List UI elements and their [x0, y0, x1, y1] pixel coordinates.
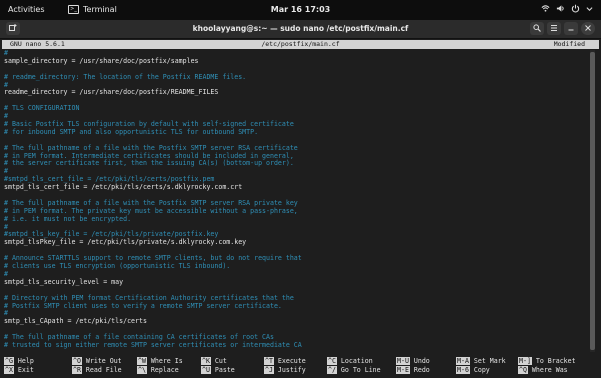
hamburger-menu-icon — [551, 25, 557, 31]
shortcut-label: Set Mark — [469, 357, 506, 365]
shortcut-key: ^\ — [137, 366, 147, 374]
shortcut-help-bar: ^G Help ^O Write Out ^W Where Is ^K Cut ^T E… — [4, 357, 598, 377]
shortcut-label: Redo — [409, 366, 430, 374]
shortcut-key: ^T — [264, 357, 274, 365]
window-controls — [530, 22, 595, 35]
nano-filename: /etc/postfix/main.cf — [261, 40, 340, 48]
close-button[interactable] — [581, 22, 595, 35]
power-icon — [571, 4, 580, 13]
config-line[interactable]: smtpd_tls_security_level = may — [4, 278, 586, 287]
shortcut-key: ^C — [327, 357, 337, 365]
shortcut-label: Go To Line — [336, 366, 381, 374]
shortcut-key: ^X — [4, 366, 14, 374]
comment-line[interactable]: # i.e. it must not be encrypted. — [4, 215, 586, 224]
shortcut-where-was[interactable]: ^Q Where Was — [518, 366, 568, 375]
shortcut-label: Exit — [13, 366, 34, 374]
shortcut-justify[interactable]: ^J Justify — [264, 366, 306, 375]
shortcut-key: M-E — [396, 366, 410, 374]
system-tray[interactable] — [541, 4, 593, 13]
shortcut-where-is[interactable]: ^W Where Is — [137, 357, 183, 366]
shortcut-redo[interactable]: M-E Redo — [396, 366, 430, 375]
shortcut-key: ^G — [4, 357, 14, 365]
shortcut-location[interactable]: ^C Location — [327, 357, 373, 366]
shortcut-key: ^/ — [327, 366, 337, 374]
shortcut-label: Justify — [273, 366, 306, 374]
shortcut-row: ^G Help ^O Write Out ^W Where Is ^K Cut ^T E… — [4, 357, 598, 366]
config-line[interactable] — [4, 97, 586, 105]
chevron-down-icon — [586, 7, 593, 11]
shortcut-go-to-line[interactable]: ^/ Go To Line — [327, 366, 381, 375]
config-line[interactable]: readme_directory = /usr/share/doc/postfi… — [4, 89, 586, 97]
clock[interactable]: Mar 16 17:03 — [0, 5, 601, 14]
search-icon — [533, 24, 541, 32]
shortcut-paste[interactable]: ^U Paste — [201, 366, 235, 375]
shortcut-set-mark[interactable]: M-A Set Mark — [456, 357, 506, 366]
shortcut-key: ^J — [264, 366, 274, 374]
shortcut-key: ^K — [201, 357, 211, 365]
shortcut-key: M-A — [456, 357, 470, 365]
shortcut-label: Where Was — [527, 366, 568, 374]
shortcut-label: Location — [336, 357, 373, 365]
shortcut-label: Execute — [273, 357, 306, 365]
minimize-icon — [568, 29, 574, 31]
terminal-titlebar: khoolayyang@s:~ — sudo nano /etc/postfix… — [0, 20, 601, 39]
network-icon — [541, 5, 550, 12]
shortcut-execute[interactable]: ^T Execute — [264, 357, 306, 366]
shortcut-replace[interactable]: ^\ Replace — [137, 366, 179, 375]
comment-line[interactable]: # for inbound SMTP and also opportunisti… — [4, 128, 586, 137]
shortcut-key: ^O — [72, 357, 82, 365]
shortcut-undo[interactable]: M-U Undo — [396, 357, 430, 366]
comment-line[interactable]: # clients use TLS encryption (opportunis… — [4, 262, 586, 271]
shortcut-label: Help — [13, 357, 34, 365]
shortcut-label: To Bracket — [531, 357, 576, 365]
comment-line[interactable]: # TLS CONFIGURATION — [4, 104, 586, 113]
shortcut-label: Cut — [210, 357, 227, 365]
comment-line[interactable]: # the server certificate first, then the… — [4, 160, 586, 168]
config-line[interactable]: smtp_tls_CApath = /etc/pki/tls/certs — [4, 317, 586, 326]
shortcut-help[interactable]: ^G Help — [4, 357, 34, 366]
shortcut-label: Undo — [409, 357, 430, 365]
nano-header: GNU nano 5.6.1 /etc/postfix/main.cf Modi… — [2, 40, 599, 49]
shortcut-read-file[interactable]: ^R Read File — [72, 366, 122, 375]
scrollbar-thumb[interactable] — [590, 52, 595, 350]
close-icon — [585, 25, 591, 31]
shortcut-key: M-] — [518, 357, 532, 365]
shortcut-key: ^W — [137, 357, 147, 365]
shortcut-key: M-6 — [456, 366, 470, 374]
gnome-top-bar: Activities >_ Terminal Mar 16 17:03 — [0, 0, 601, 20]
search-button[interactable] — [530, 22, 544, 35]
shortcut-label: Where Is — [146, 357, 183, 365]
editor-text-area[interactable]: # sample_directory = /usr/share/doc/postf… — [4, 50, 586, 352]
comment-line[interactable]: # trusted to sign either remote SMTP ser… — [4, 341, 586, 350]
shortcut-write-out[interactable]: ^O Write Out — [72, 357, 122, 366]
comment-line[interactable]: # readme_directory: The location of the … — [4, 73, 586, 82]
shortcut-row: ^X Exit ^R Read File ^\ Replace ^U Paste ^J … — [4, 366, 598, 375]
shortcut-key: ^R — [72, 366, 82, 374]
shortcut-key: ^U — [201, 366, 211, 374]
config-line[interactable]: smtpd_tls_cert_file = /etc/pki/tls/certs… — [4, 183, 586, 192]
menu-button[interactable] — [547, 22, 561, 35]
shortcut-key: ^Q — [518, 366, 528, 374]
shortcut-key: M-U — [396, 357, 410, 365]
shortcut-cut[interactable]: ^K Cut — [201, 357, 227, 366]
shortcut-exit[interactable]: ^X Exit — [4, 366, 34, 375]
shortcut-label: Copy — [469, 366, 490, 374]
shortcut-to-bracket[interactable]: M-] To Bracket — [518, 357, 576, 366]
shortcut-label: Read File — [81, 366, 122, 374]
shortcut-label: Replace — [146, 366, 179, 374]
minimize-button[interactable] — [564, 22, 578, 35]
volume-icon — [556, 5, 564, 12]
shortcut-copy[interactable]: M-6 Copy — [456, 366, 490, 375]
window-title: khoolayyang@s:~ — sudo nano /etc/postfix… — [192, 24, 409, 33]
comment-line[interactable]: # Postfix SMTP client uses to verify a r… — [4, 302, 586, 311]
config-line[interactable]: sample_directory = /usr/share/doc/postfi… — [4, 57, 586, 66]
shortcut-label: Paste — [210, 366, 235, 374]
config-line[interactable]: smtpd_tlsPkey_file = /etc/pki/tls/privat… — [4, 238, 586, 247]
shortcut-label: Write Out — [81, 357, 122, 365]
modified-status: Modified — [553, 40, 585, 48]
